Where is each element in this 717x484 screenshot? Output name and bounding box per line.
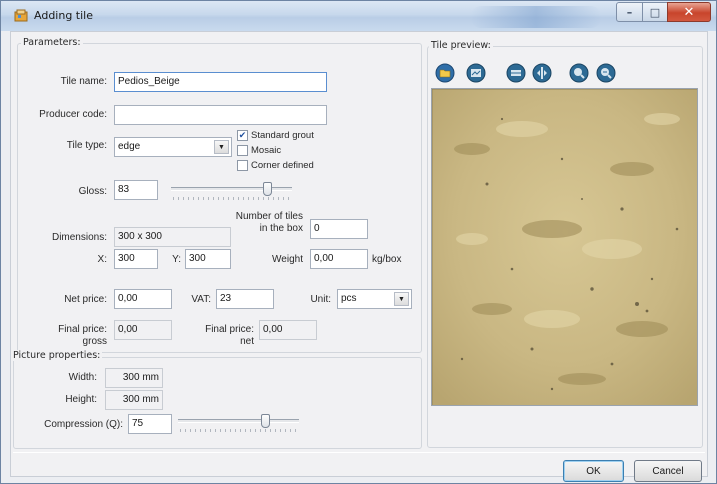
standard-grout-label: Standard grout	[251, 130, 314, 141]
x-label: X:	[97, 254, 107, 265]
app-icon	[14, 9, 28, 23]
import-icon[interactable]	[466, 63, 486, 83]
dimensions-value: 300 x 300	[114, 227, 231, 247]
footer-divider	[13, 452, 705, 453]
corner-defined-checkbox[interactable]: Corner defined	[237, 160, 314, 171]
mosaic-label: Mosaic	[251, 145, 282, 156]
weight-unit-label: kg/box	[372, 254, 402, 265]
producer-code-label: Producer code:	[39, 109, 107, 120]
maximize-icon: □	[649, 5, 661, 19]
zoom-in-icon[interactable]	[569, 63, 589, 83]
window-title: Adding tile	[34, 9, 93, 22]
tile-texture	[432, 89, 697, 405]
corner-defined-label: Corner defined	[251, 160, 314, 171]
width-value: 300 mm	[105, 368, 163, 388]
chevron-down-icon[interactable]: ▼	[394, 292, 409, 306]
height-value: 300 mm	[105, 390, 163, 410]
gloss-slider[interactable]	[171, 181, 292, 203]
tile-type-label: Tile type:	[66, 140, 107, 151]
cancel-button[interactable]: Cancel	[634, 460, 702, 482]
open-folder-icon[interactable]	[435, 63, 455, 83]
gloss-field[interactable]: 83	[114, 180, 158, 200]
tile-type-value: edge	[118, 141, 141, 152]
gloss-slider-thumb[interactable]	[263, 182, 272, 196]
y-field[interactable]: 300	[185, 249, 231, 269]
title-glare	[471, 6, 601, 28]
compression-field[interactable]: 75	[128, 414, 172, 434]
minimize-button[interactable]: –	[616, 2, 643, 22]
compression-label: Compression (Q):	[44, 419, 123, 430]
rotate-left-icon[interactable]	[506, 63, 526, 83]
tile-preview-group-label: Tile preview:	[429, 40, 493, 51]
unit-value: pcs	[341, 293, 357, 304]
vat-label: VAT:	[191, 294, 211, 305]
weight-field[interactable]: 0,00	[310, 249, 368, 269]
title-bar[interactable]: Adding tile – □ ✕	[1, 1, 716, 31]
number-of-tiles-label-1: Number of tiles	[235, 211, 303, 222]
unit-label: Unit:	[310, 294, 331, 305]
minimize-icon: –	[626, 5, 633, 19]
chevron-down-icon[interactable]: ▼	[214, 140, 229, 154]
net-price-label: Net price:	[64, 294, 107, 305]
unit-select[interactable]: pcs ▼	[337, 289, 412, 309]
final-price-net-label-2: net	[240, 336, 254, 347]
tile-name-field[interactable]: Pedios_Beige	[114, 72, 327, 92]
flip-icon[interactable]	[532, 63, 552, 83]
checkbox-box[interactable]	[237, 145, 248, 156]
close-icon: ✕	[683, 4, 695, 20]
final-price-gross-label-1: Final price:	[58, 324, 107, 335]
y-label: Y:	[172, 254, 181, 265]
final-price-gross-value: 0,00	[114, 320, 172, 340]
dimensions-label: Dimensions:	[51, 232, 107, 243]
checkbox-box[interactable]	[237, 160, 248, 171]
compression-slider[interactable]	[178, 413, 299, 435]
weight-label: Weight	[272, 254, 303, 265]
standard-grout-checkbox[interactable]: ✔ Standard grout	[237, 130, 314, 141]
picture-properties-group-label: Picture properties:	[11, 350, 103, 361]
vat-field[interactable]: 23	[216, 289, 274, 309]
tile-preview-image	[431, 88, 698, 406]
net-price-field[interactable]: 0,00	[114, 289, 172, 309]
final-price-gross-label-2: gross	[82, 336, 107, 347]
final-price-net-label-1: Final price:	[205, 324, 254, 335]
x-field[interactable]: 300	[114, 249, 158, 269]
number-of-tiles-field[interactable]: 0	[310, 219, 368, 239]
zoom-out-icon[interactable]	[596, 63, 616, 83]
producer-code-field[interactable]	[114, 105, 327, 125]
tile-name-label: Tile name:	[60, 76, 107, 87]
parameters-group-label: Parameters:	[21, 37, 83, 48]
final-price-net-value: 0,00	[259, 320, 317, 340]
adding-tile-dialog: Adding tile – □ ✕ Parameters: Tile name:…	[0, 0, 717, 484]
tile-type-select[interactable]: edge ▼	[114, 137, 232, 157]
compression-slider-thumb[interactable]	[261, 414, 270, 428]
dialog-body: Parameters: Tile name: Pedios_Beige Prod…	[10, 31, 708, 482]
mosaic-checkbox[interactable]: Mosaic	[237, 145, 281, 156]
close-button[interactable]: ✕	[667, 2, 711, 22]
ok-button[interactable]: OK	[563, 460, 624, 482]
maximize-button[interactable]: □	[642, 2, 668, 22]
width-label: Width:	[68, 372, 97, 383]
height-label: Height:	[65, 394, 97, 405]
gloss-label: Gloss:	[78, 186, 107, 197]
checkmark-icon[interactable]: ✔	[237, 130, 248, 141]
